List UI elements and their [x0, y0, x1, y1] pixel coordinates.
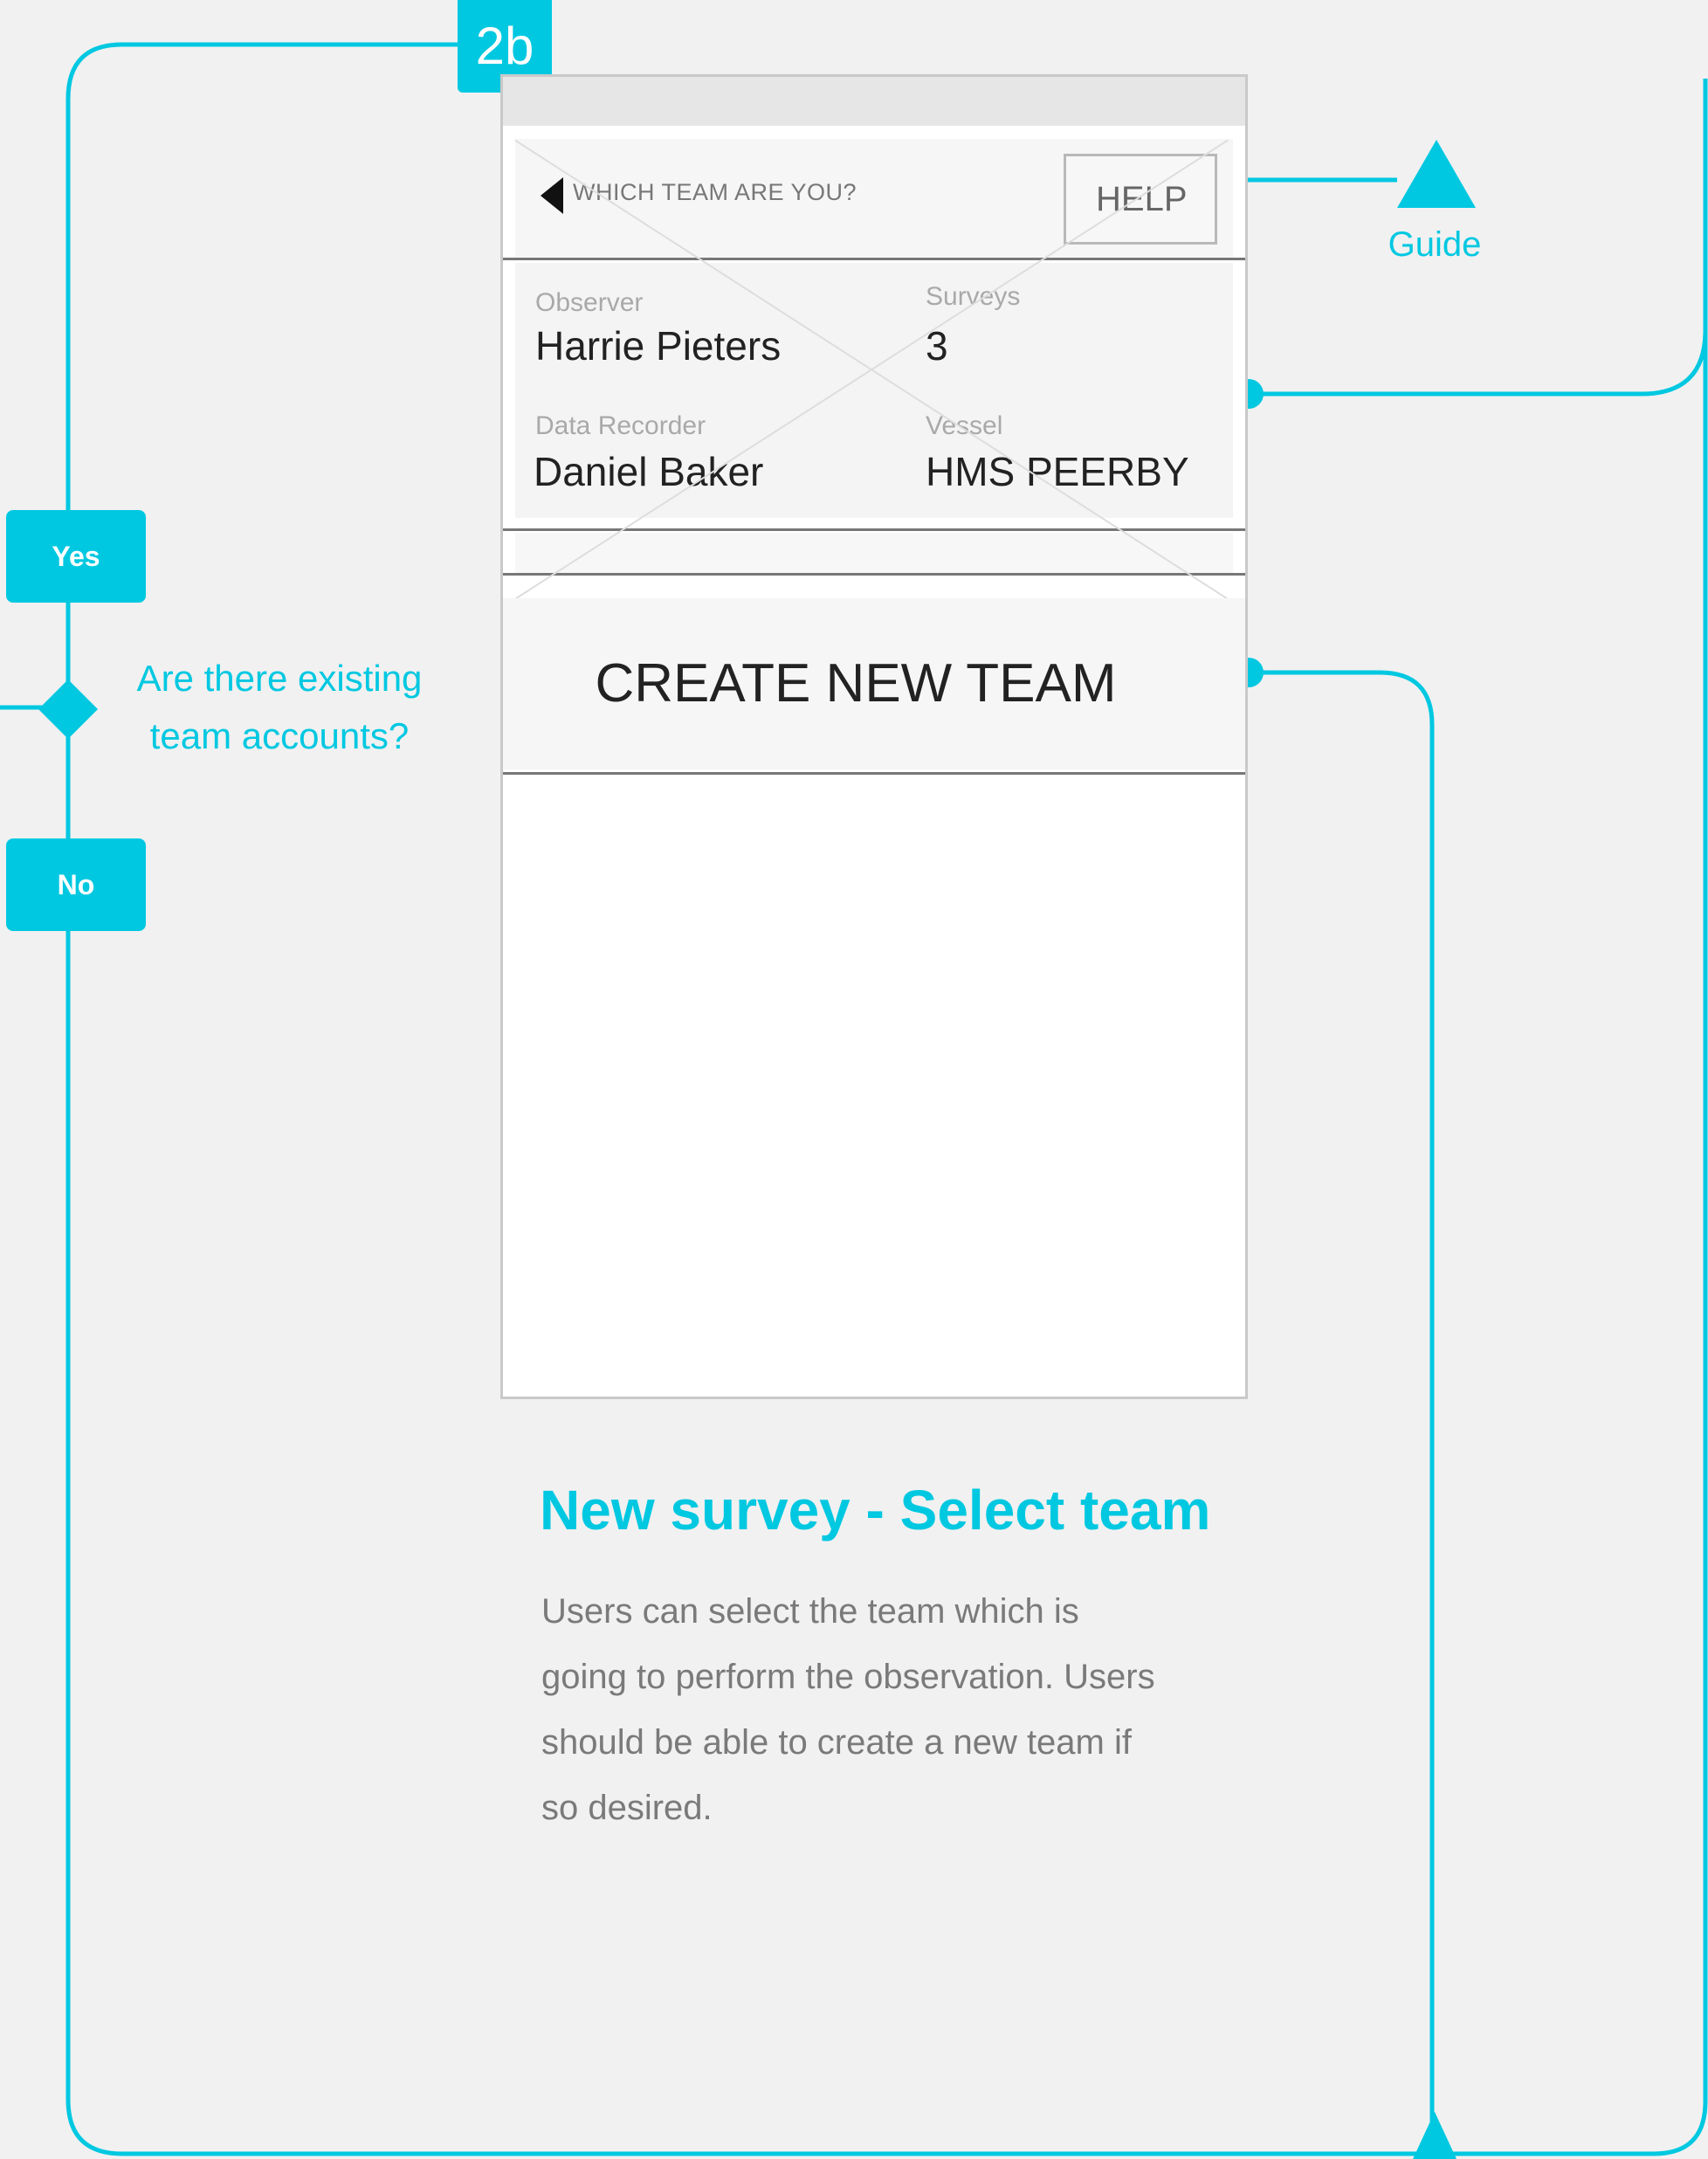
create-team-connector: [1249, 670, 1435, 2131]
create-new-team-button[interactable]: CREATE NEW TEAM: [503, 598, 1245, 769]
yes-tag: Yes: [6, 510, 146, 603]
recorder-label: Data Recorder: [535, 411, 706, 440]
guide-label: Guide: [1388, 225, 1482, 264]
decision-diamond: [38, 679, 98, 739]
status-bar: [503, 77, 1245, 126]
description-title: New survey - Select team: [540, 1479, 1211, 1542]
no-tag: No: [6, 838, 146, 931]
divider: [503, 258, 1245, 260]
screen-title: WHICH TEAM ARE YOU?: [573, 179, 857, 205]
surveys-value: 3: [926, 323, 948, 369]
top-app-bar: WHICH TEAM ARE YOU? HELP: [515, 139, 1233, 258]
guide-arrow: [1397, 140, 1476, 208]
recorder-value: Daniel Baker: [534, 449, 764, 494]
back-arrow-icon[interactable]: [541, 177, 563, 214]
observer-value: Harrie Pieters: [535, 323, 782, 369]
help-button[interactable]: HELP: [1064, 154, 1217, 245]
phone-wireframe: WHICH TEAM ARE YOU? HELP Observer Harrie…: [500, 74, 1248, 1399]
decision-question: Are there existing team accounts?: [136, 658, 423, 756]
spacer-strip: [515, 533, 1233, 573]
divider: [503, 528, 1245, 531]
divider: [503, 772, 1245, 775]
surveys-label: Surveys: [926, 282, 1021, 311]
team-list-item[interactable]: Observer Harrie Pieters Surveys 3 Data R…: [515, 263, 1233, 518]
divider: [503, 573, 1245, 576]
bottom-arrow: [1413, 2112, 1457, 2159]
description-text: Users can select the team which is going…: [541, 1592, 1155, 1827]
vessel-label: Vessel: [926, 411, 1003, 440]
vessel-value: HMS PEERBY: [926, 449, 1189, 494]
observer-label: Observer: [535, 288, 644, 317]
